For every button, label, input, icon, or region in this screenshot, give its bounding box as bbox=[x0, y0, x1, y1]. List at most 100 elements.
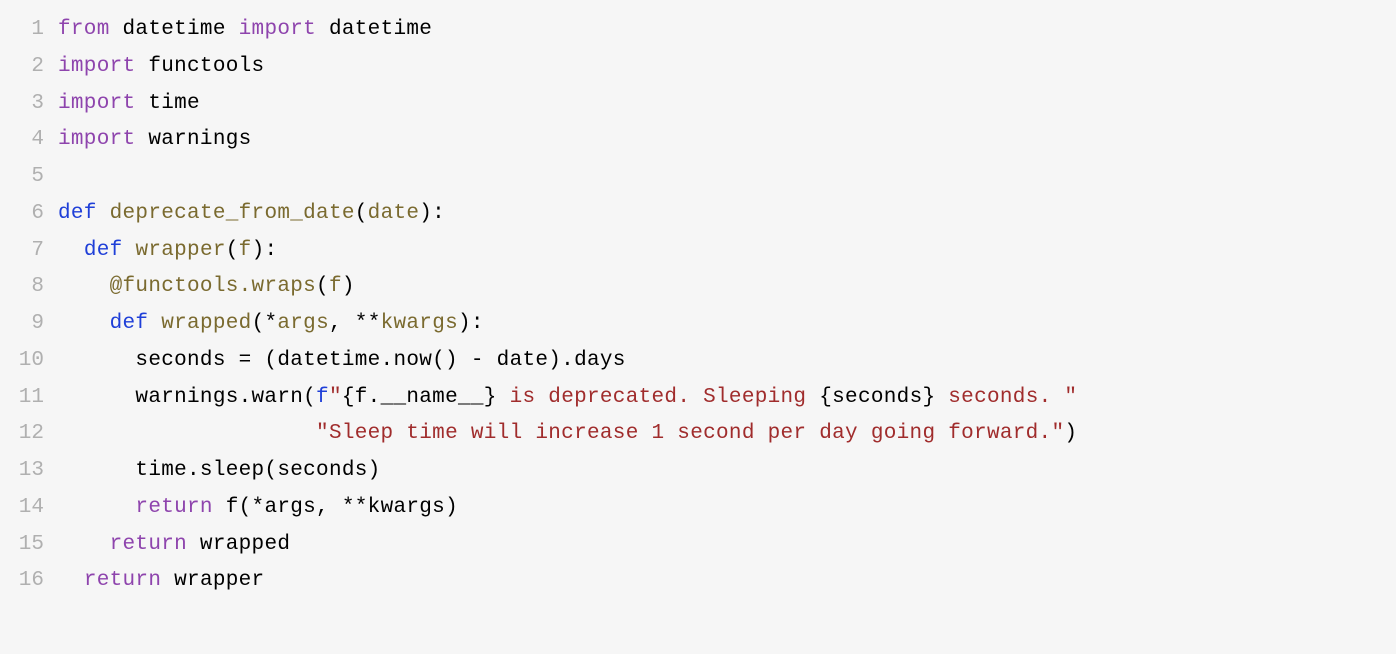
code-line: 4import warnings bbox=[0, 122, 1396, 159]
token-txt: ( bbox=[226, 239, 239, 262]
token-txt: f(*args, **kwargs) bbox=[213, 496, 458, 519]
token-kw-import: return bbox=[135, 496, 212, 519]
code-line: 12 "Sleep time will increase 1 second pe… bbox=[0, 416, 1396, 453]
token-txt: seconds = (datetime.now() - date).days bbox=[58, 349, 626, 372]
token-kw-import: import bbox=[58, 128, 135, 151]
line-number: 11 bbox=[0, 380, 58, 417]
token-txt: wrapper bbox=[161, 569, 264, 592]
code-line: 5 bbox=[0, 159, 1396, 196]
line-number: 12 bbox=[0, 416, 58, 453]
token-txt: time.sleep(seconds) bbox=[58, 459, 381, 482]
code-content: time.sleep(seconds) bbox=[58, 453, 1396, 490]
token-txt: ): bbox=[458, 312, 484, 335]
token-txt: time bbox=[135, 92, 200, 115]
line-number: 14 bbox=[0, 490, 58, 527]
token-txt bbox=[97, 202, 110, 225]
token-txt: ): bbox=[252, 239, 278, 262]
token-txt bbox=[58, 312, 110, 335]
token-txt: ( bbox=[355, 202, 368, 225]
code-line: 13 time.sleep(seconds) bbox=[0, 453, 1396, 490]
token-kw-def: def bbox=[58, 202, 97, 225]
token-txt bbox=[123, 239, 136, 262]
token-kw-def: def bbox=[110, 312, 149, 335]
token-txt: functools bbox=[135, 55, 264, 78]
token-fexpr: {f.__name__} bbox=[342, 386, 497, 409]
code-content: import warnings bbox=[58, 122, 1396, 159]
line-number: 10 bbox=[0, 343, 58, 380]
code-block: 1from datetime import datetime2import fu… bbox=[0, 0, 1396, 620]
code-line: 15 return wrapped bbox=[0, 527, 1396, 564]
token-fstr-pf: f bbox=[316, 386, 329, 409]
token-fn-name: wrapped bbox=[161, 312, 251, 335]
token-txt: ) bbox=[1064, 422, 1077, 445]
token-txt: (* bbox=[252, 312, 278, 335]
token-txt bbox=[148, 312, 161, 335]
code-content: return f(*args, **kwargs) bbox=[58, 490, 1396, 527]
token-txt bbox=[58, 533, 110, 556]
token-str: is deprecated. Sleeping bbox=[497, 386, 820, 409]
code-content: def wrapper(f): bbox=[58, 233, 1396, 270]
token-param: args bbox=[277, 312, 329, 335]
line-number: 5 bbox=[0, 159, 58, 196]
token-txt bbox=[58, 239, 84, 262]
code-content: def deprecate_from_date(date): bbox=[58, 196, 1396, 233]
line-number: 2 bbox=[0, 49, 58, 86]
code-line: 16 return wrapper bbox=[0, 563, 1396, 600]
token-str: " bbox=[329, 386, 342, 409]
code-content: return wrapped bbox=[58, 527, 1396, 564]
line-number: 1 bbox=[0, 12, 58, 49]
code-content: @functools.wraps(f) bbox=[58, 269, 1396, 306]
token-txt: ) bbox=[342, 275, 355, 298]
code-content: import functools bbox=[58, 49, 1396, 86]
token-txt: , ** bbox=[329, 312, 381, 335]
code-content: "Sleep time will increase 1 second per d… bbox=[58, 416, 1396, 453]
code-content: return wrapper bbox=[58, 563, 1396, 600]
code-content: warnings.warn(f"{f.__name__} is deprecat… bbox=[58, 380, 1396, 417]
line-number: 16 bbox=[0, 563, 58, 600]
token-param: f bbox=[239, 239, 252, 262]
line-number: 3 bbox=[0, 86, 58, 123]
token-param: date bbox=[368, 202, 420, 225]
line-number: 7 bbox=[0, 233, 58, 270]
token-param: f bbox=[329, 275, 342, 298]
code-content: import time bbox=[58, 86, 1396, 123]
token-str: "Sleep time will increase 1 second per d… bbox=[316, 422, 1064, 445]
token-txt: wrapped bbox=[187, 533, 290, 556]
code-line: 9 def wrapped(*args, **kwargs): bbox=[0, 306, 1396, 343]
token-kw-import: return bbox=[84, 569, 161, 592]
token-txt: warnings bbox=[135, 128, 251, 151]
token-kw-import: return bbox=[110, 533, 187, 556]
code-content: def wrapped(*args, **kwargs): bbox=[58, 306, 1396, 343]
line-number: 4 bbox=[0, 122, 58, 159]
code-line: 3import time bbox=[0, 86, 1396, 123]
token-str: seconds. " bbox=[935, 386, 1077, 409]
token-fn-name: wrapper bbox=[135, 239, 225, 262]
token-kw-import: import bbox=[58, 55, 135, 78]
token-txt: datetime bbox=[316, 18, 432, 41]
token-kw-import: import bbox=[58, 92, 135, 115]
line-number: 15 bbox=[0, 527, 58, 564]
token-txt bbox=[58, 496, 135, 519]
code-content: seconds = (datetime.now() - date).days bbox=[58, 343, 1396, 380]
code-line: 11 warnings.warn(f"{f.__name__} is depre… bbox=[0, 380, 1396, 417]
token-txt: ( bbox=[316, 275, 329, 298]
token-deco: @functools.wraps bbox=[110, 275, 316, 298]
code-line: 8 @functools.wraps(f) bbox=[0, 269, 1396, 306]
line-number: 8 bbox=[0, 269, 58, 306]
code-line: 6def deprecate_from_date(date): bbox=[0, 196, 1396, 233]
token-kw-def: def bbox=[84, 239, 123, 262]
token-kw-import: import bbox=[239, 18, 316, 41]
token-txt bbox=[58, 569, 84, 592]
line-number: 13 bbox=[0, 453, 58, 490]
code-line: 10 seconds = (datetime.now() - date).day… bbox=[0, 343, 1396, 380]
code-line: 1from datetime import datetime bbox=[0, 12, 1396, 49]
token-txt bbox=[58, 275, 110, 298]
token-param: kwargs bbox=[381, 312, 458, 335]
code-line: 2import functools bbox=[0, 49, 1396, 86]
token-txt: ): bbox=[419, 202, 445, 225]
token-txt: datetime bbox=[110, 18, 239, 41]
line-number: 6 bbox=[0, 196, 58, 233]
token-fexpr: {seconds} bbox=[819, 386, 935, 409]
token-kw-import: from bbox=[58, 18, 110, 41]
code-content: from datetime import datetime bbox=[58, 12, 1396, 49]
